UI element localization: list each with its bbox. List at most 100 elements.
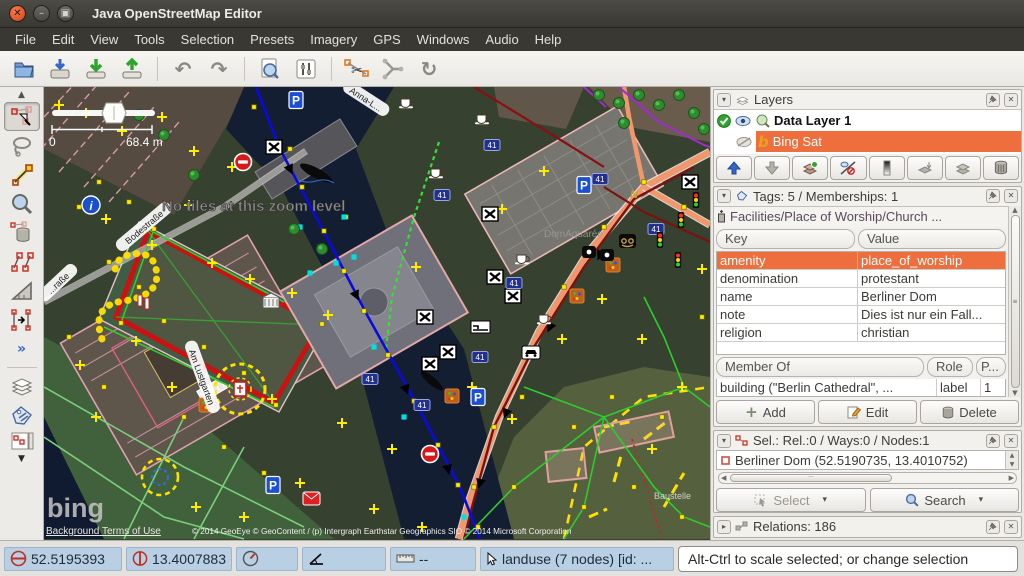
tag-row[interactable]: amenity place_of_worship [717, 252, 1005, 270]
selection-list-item[interactable]: Berliner Dom (52.5190735, 13.4010752) ▲▼ [716, 450, 1019, 470]
scrollbar-thumb[interactable]: ≡ [1011, 215, 1020, 389]
combine-way-button[interactable] [377, 54, 409, 84]
layer-row-data[interactable]: Data Layer 1 [714, 110, 1021, 131]
latitude-icon [10, 550, 27, 567]
pin-tags-button[interactable] [986, 189, 1000, 203]
menu-file[interactable]: File [8, 30, 43, 49]
split-way-button[interactable]: ✂ [341, 54, 373, 84]
minimize-button[interactable]: – [33, 5, 50, 22]
close-layers-button[interactable]: ✕ [1004, 93, 1018, 107]
layer-duplicate-button[interactable] [945, 156, 981, 180]
layer-opacity-button[interactable] [869, 156, 905, 180]
member-of-column-header[interactable]: Member Of [716, 357, 924, 377]
scrollbar-right-arrow[interactable]: ▶ [1009, 474, 1014, 482]
collapse-layers-button[interactable]: ▾ [717, 93, 731, 107]
hidden-eye-icon[interactable] [736, 136, 752, 148]
menu-imagery[interactable]: Imagery [303, 30, 364, 49]
layer-delete-button[interactable] [983, 156, 1019, 180]
scissors-split-icon: ✂ [344, 57, 370, 81]
menu-tools[interactable]: Tools [127, 30, 171, 49]
refresh-button[interactable]: ↻ [413, 54, 445, 84]
delete-tag-button[interactable]: Delete [920, 400, 1019, 424]
download-data-button[interactable] [44, 54, 76, 84]
toggle-tags-panel[interactable] [4, 401, 40, 430]
layer-row-bing[interactable]: b Bing Sat [714, 131, 1021, 152]
active-layer-check-icon [717, 114, 731, 128]
scrollbar-up-arrow[interactable]: ▲ [1012, 206, 1017, 214]
selection-horizontal-scrollbar[interactable]: ◀ ··· ▶ [718, 472, 1017, 484]
menu-view[interactable]: View [83, 30, 125, 49]
search-button[interactable]: Search ▾ [870, 488, 1020, 512]
tool-parallel-way[interactable] [4, 305, 40, 334]
selection-actions: Select ▾ Search ▾ [714, 486, 1021, 513]
collapse-selection-button[interactable]: ▾ [717, 434, 731, 448]
position-column-header[interactable]: P... [976, 357, 1006, 377]
pin-selection-button[interactable] [986, 434, 1000, 448]
map-view[interactable]: P 41 [44, 87, 710, 540]
membership-row[interactable]: building ("Berlin Cathedral", ... label … [716, 379, 1006, 397]
tool-draw-node[interactable] [4, 160, 40, 189]
scrollbar-thumb[interactable]: ··· [730, 474, 891, 482]
value-column-header[interactable]: Value [858, 229, 1006, 249]
sidebar-scroll-down[interactable]: ▼ [4, 452, 40, 466]
layer-merge-button[interactable] [907, 156, 943, 180]
close-tags-button[interactable]: ✕ [1004, 189, 1018, 203]
close-relations-button[interactable]: ✕ [1004, 520, 1018, 534]
map-canvas[interactable]: P 41 [44, 87, 710, 540]
upload-osm-button[interactable] [116, 54, 148, 84]
collapse-tags-button[interactable]: ▾ [717, 189, 731, 203]
svg-text:0: 0 [49, 135, 56, 149]
sidebar-scroll-up[interactable]: ▲ [4, 88, 40, 102]
close-window-button[interactable]: ✕ [9, 5, 26, 22]
preferences-button[interactable] [290, 54, 322, 84]
edit-tag-button[interactable]: Edit [818, 400, 917, 424]
menu-windows[interactable]: Windows [410, 30, 477, 49]
menu-gps[interactable]: GPS [366, 30, 407, 49]
preset-link[interactable]: Facilities/Place of Worship/Church ... [714, 206, 1008, 227]
tag-row[interactable]: name Berliner Dom [717, 288, 1005, 306]
role-column-header[interactable]: Role [927, 357, 973, 377]
zoom-slider-handle[interactable] [102, 103, 126, 123]
menu-help[interactable]: Help [528, 30, 569, 49]
scrollbar-down-arrow[interactable]: ▼ [1012, 389, 1017, 397]
select-button[interactable]: Select ▾ [716, 488, 866, 512]
tool-lasso[interactable] [4, 131, 40, 160]
open-file-button[interactable] [8, 54, 40, 84]
tool-unglue[interactable] [4, 247, 40, 276]
menu-edit[interactable]: Edit [45, 30, 81, 49]
layer-move-down-button[interactable] [754, 156, 790, 180]
visible-eye-icon[interactable] [735, 115, 751, 127]
menu-presets[interactable]: Presets [243, 30, 301, 49]
scrollbar-left-arrow[interactable]: ◀ [721, 474, 726, 482]
pin-relations-button[interactable] [986, 520, 1000, 534]
pin-layers-button[interactable] [986, 93, 1000, 107]
key-column-header[interactable]: Key [716, 229, 855, 249]
redo-button[interactable]: ↷ [203, 54, 235, 84]
tag-row[interactable]: religion christian [717, 324, 1005, 342]
layer-move-up-button[interactable] [716, 156, 752, 180]
toggle-layers-panel[interactable] [4, 372, 40, 401]
search-objects-button[interactable] [254, 54, 286, 84]
layer-visibility-button[interactable] [830, 156, 866, 180]
toggle-selection-panel[interactable] [4, 430, 40, 452]
tag-table-header: Key Value [714, 227, 1008, 251]
tool-zoom[interactable] [4, 189, 40, 218]
terms-of-use-link[interactable]: Background Terms of Use [46, 526, 161, 537]
expand-relations-button[interactable]: ▸ [717, 520, 731, 534]
close-selection-button[interactable]: ✕ [1004, 434, 1018, 448]
selection-spinner[interactable]: ▲▼ [1005, 451, 1018, 469]
layer-activate-button[interactable] [792, 156, 828, 180]
menu-selection[interactable]: Selection [174, 30, 241, 49]
undo-button[interactable]: ↶ [167, 54, 199, 84]
tool-measure[interactable] [4, 276, 40, 305]
download-osm-button[interactable] [80, 54, 112, 84]
tool-delete[interactable] [4, 218, 40, 247]
menu-audio[interactable]: Audio [478, 30, 525, 49]
tags-vertical-scrollbar[interactable]: ▲ ≡ ▼ [1008, 206, 1021, 398]
tag-row[interactable]: denomination protestant [717, 270, 1005, 288]
maximize-button[interactable]: ▣ [57, 5, 74, 22]
tool-more[interactable]: » [4, 334, 40, 363]
tag-row[interactable]: note Dies ist nur ein Fall... [717, 306, 1005, 324]
add-tag-button[interactable]: + Add [716, 400, 815, 424]
tool-select-move[interactable] [4, 102, 40, 131]
